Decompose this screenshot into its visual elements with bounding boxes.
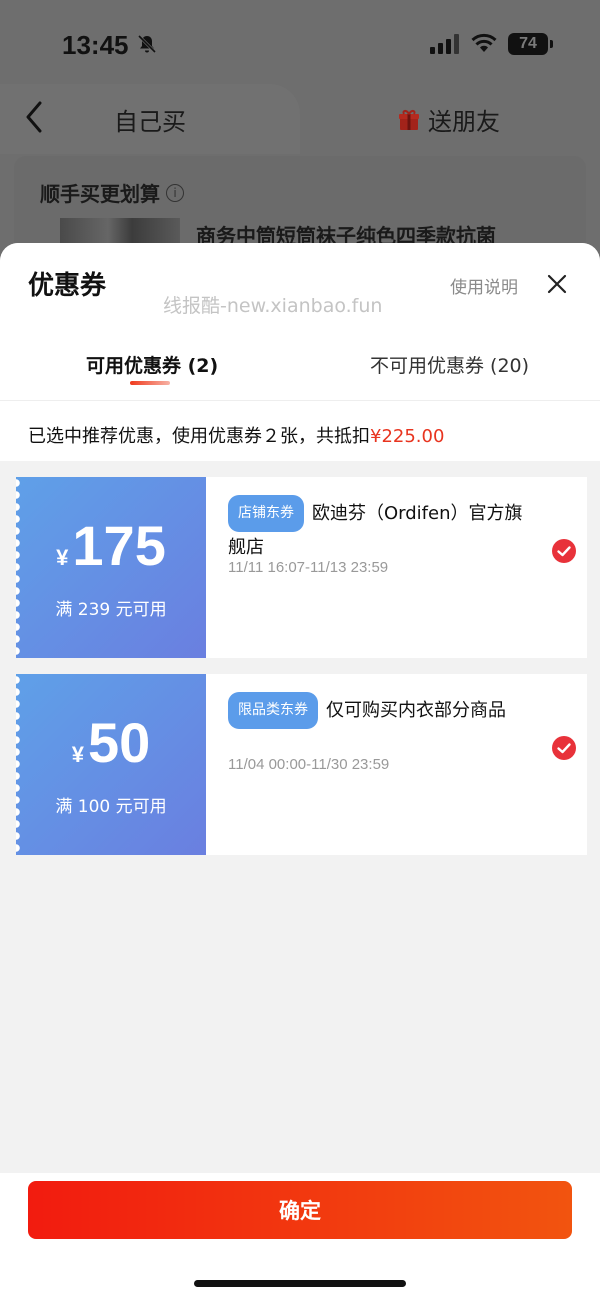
coupon-value-panel: ¥50 满 100 元可用 bbox=[16, 674, 206, 855]
sheet-header: 优惠券 线报酷-new.xianbao.fun 使用说明 可用优惠券 (2) 不… bbox=[0, 243, 600, 461]
coupon-type-badge: 限品类东券 bbox=[228, 692, 318, 729]
upsell-title: 顺手买更划算 i bbox=[40, 178, 184, 207]
tab-gift-friend[interactable]: 送朋友 bbox=[398, 102, 500, 137]
coupon-name: 店铺东券 欧迪芬（Ordifen）官方旗舰店 bbox=[228, 495, 528, 563]
summary-text: 已选中推荐优惠，使用优惠券２张，共抵扣 bbox=[28, 426, 370, 447]
bottom-action-bar: 确定 bbox=[0, 1173, 600, 1300]
coupon-name-text: 仅可购买内衣部分商品 bbox=[326, 700, 506, 721]
coupon-name: 限品类东券 仅可购买内衣部分商品 bbox=[228, 692, 528, 729]
checked-circle-icon[interactable] bbox=[552, 539, 576, 563]
coupon-sheet: 优惠券 线报酷-new.xianbao.fun 使用说明 可用优惠券 (2) 不… bbox=[0, 243, 600, 1300]
active-tab-indicator bbox=[130, 381, 170, 385]
wifi-icon bbox=[471, 33, 497, 52]
sheet-title: 优惠券 bbox=[28, 271, 107, 301]
coupon-amount: 175 bbox=[72, 514, 166, 577]
summary-amount: ¥225.00 bbox=[370, 426, 445, 447]
battery-icon: 74 bbox=[508, 33, 553, 55]
gift-icon bbox=[399, 109, 419, 130]
watermark: 线报酷-new.xianbao.fun bbox=[163, 295, 383, 317]
coupon-value: ¥175 bbox=[16, 513, 206, 578]
coupon-card[interactable]: ¥50 满 100 元可用 限品类东券 仅可购买内衣部分商品 11/04 00:0… bbox=[16, 674, 587, 855]
coupon-condition: 满 100 元可用 bbox=[55, 797, 167, 817]
status-bar: 13:45 74 bbox=[0, 0, 600, 88]
coupon-validity: 11/04 00:00-11/30 23:59 bbox=[228, 756, 390, 773]
coupon-amount: 50 bbox=[87, 711, 151, 774]
coupon-card[interactable]: ¥175 满 239 元可用 店铺东券 欧迪芬（Ordifen）官方旗舰店 11/… bbox=[16, 477, 587, 658]
coupon-currency: ¥ bbox=[56, 545, 69, 570]
close-icon[interactable] bbox=[546, 273, 568, 295]
coupon-validity: 11/11 16:07-11/13 23:59 bbox=[228, 559, 389, 576]
signal-icon bbox=[430, 34, 459, 54]
confirm-button[interactable]: 确定 bbox=[28, 1181, 572, 1239]
coupon-value-panel: ¥175 满 239 元可用 bbox=[16, 477, 206, 658]
tab-unavailable-coupons[interactable]: 不可用优惠券 (20) bbox=[370, 351, 529, 378]
checked-circle-icon[interactable] bbox=[552, 736, 576, 760]
bell-muted-icon bbox=[137, 34, 157, 54]
coupon-currency: ¥ bbox=[71, 742, 84, 767]
back-chevron-icon[interactable] bbox=[24, 100, 44, 134]
tab-self-buy[interactable]: 自己买 bbox=[0, 84, 300, 154]
coupon-type-badge: 店铺东券 bbox=[228, 495, 304, 532]
discount-summary: 已选中推荐优惠，使用优惠券２张，共抵扣¥225.00 bbox=[0, 400, 600, 461]
tab-available-coupons[interactable]: 可用优惠券 (2) bbox=[86, 351, 218, 378]
usage-instructions-link[interactable]: 使用说明 bbox=[450, 273, 518, 298]
tab-self-buy-label: 自己买 bbox=[114, 108, 186, 136]
coupon-value: ¥50 bbox=[16, 710, 206, 775]
home-indicator[interactable] bbox=[194, 1280, 406, 1287]
buy-mode-tabs: 自己买 送朋友 bbox=[0, 84, 600, 154]
tab-gift-label: 送朋友 bbox=[428, 108, 500, 136]
status-time: 13:45 bbox=[62, 30, 129, 60]
coupon-condition: 满 239 元可用 bbox=[55, 600, 167, 620]
upsell-title-text: 顺手买更划算 bbox=[40, 182, 160, 206]
info-icon[interactable]: i bbox=[166, 183, 184, 202]
